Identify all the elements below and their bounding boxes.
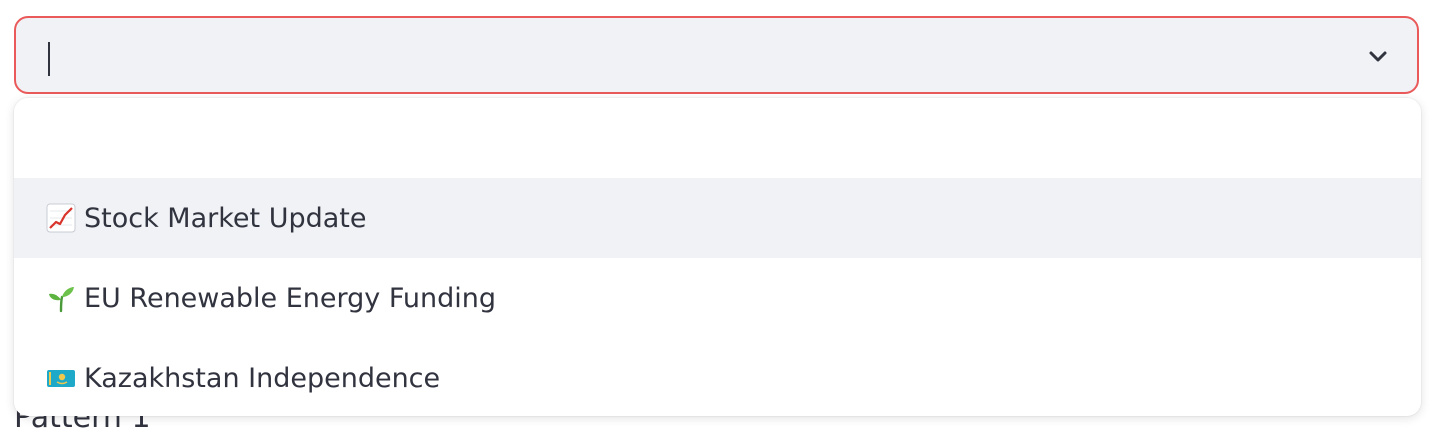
dropdown-option-empty[interactable] bbox=[14, 98, 1421, 178]
option-label: Kazakhstan Independence bbox=[84, 362, 441, 394]
dropdown-option-kazakhstan-independence[interactable]: Kazakhstan Independence bbox=[14, 338, 1421, 416]
text-cursor bbox=[48, 42, 50, 76]
option-label: EU Renewable Energy Funding bbox=[84, 282, 497, 314]
seedling-icon bbox=[49, 287, 74, 313]
dropdown-option-eu-renewable-energy-funding[interactable]: EU Renewable Energy Funding bbox=[14, 258, 1421, 338]
dropdown-option-stock-market-update[interactable]: Stock Market Update bbox=[14, 178, 1421, 258]
page: Pattern 1 Stock Market Update EU Renewab… bbox=[0, 0, 1440, 440]
chart-increasing-icon bbox=[46, 203, 76, 233]
chevron-down-icon[interactable] bbox=[1367, 45, 1389, 67]
select-input[interactable] bbox=[14, 16, 1419, 94]
kazakhstan-flag-icon bbox=[47, 370, 75, 387]
option-label: Stock Market Update bbox=[84, 202, 367, 234]
dropdown-menu: Stock Market Update EU Renewable Energy … bbox=[14, 98, 1421, 416]
